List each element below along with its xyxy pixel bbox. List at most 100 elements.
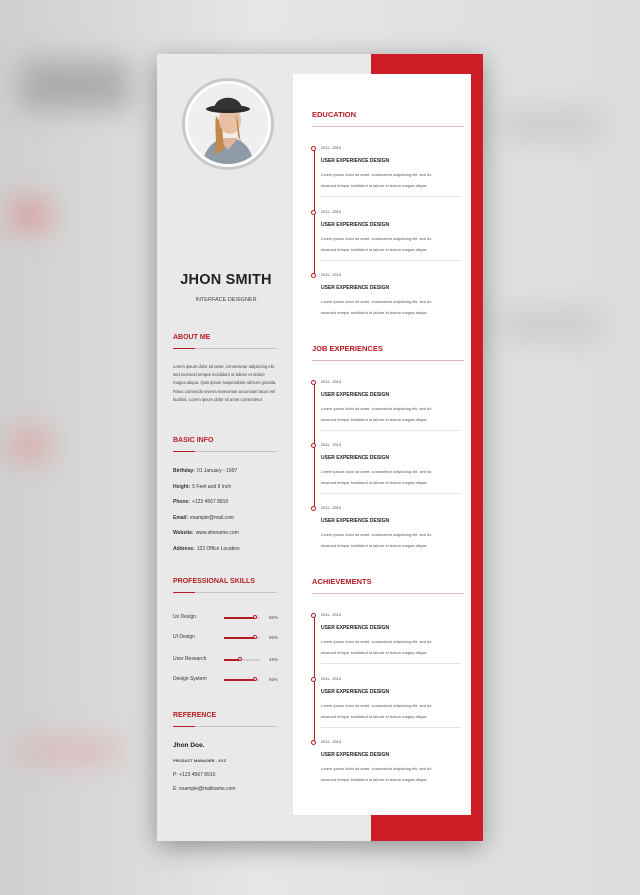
- entry-description: Lorem ipsum dolor sit amet, consectetur …: [321, 469, 432, 485]
- entry-description: Lorem ipsum dolor sit amet, consectetur …: [321, 703, 432, 719]
- skill-bar: [224, 657, 260, 661]
- entry-description: Lorem ipsum dolor sit amet, consectetur …: [321, 406, 432, 422]
- section-divider: [173, 348, 277, 349]
- background-blur-shape: [20, 740, 120, 762]
- info-value: 5 Feet and 9 Inch: [192, 484, 232, 490]
- info-row-height: Height: 5 Feet and 9 Inch: [173, 484, 231, 490]
- info-label: Website:: [173, 530, 194, 536]
- entry-year: 2011 - 2013: [321, 506, 341, 510]
- entry-year: 2011 - 2013: [321, 443, 341, 447]
- entry-title: USER EXPERIENCE DESIGN: [321, 625, 390, 631]
- info-row-birthday: Birthday: 01 January - 1997: [173, 468, 237, 474]
- reference-email: E: example@mailname.com: [173, 786, 236, 792]
- info-label: Height:: [173, 484, 191, 490]
- timeline-dot: [311, 506, 316, 511]
- entry-divider: [321, 493, 461, 494]
- timeline-dot: [311, 210, 316, 215]
- info-label: Email:: [173, 515, 189, 521]
- skill-label: UI Design: [173, 634, 195, 640]
- skill-percent: 86%: [269, 615, 279, 620]
- reference-title: REFERENCE: [173, 712, 217, 719]
- reference-phone: P: +123 4567 8910: [173, 772, 216, 778]
- skill-bar-fill: [224, 617, 255, 619]
- skill-label: Ux Design: [173, 614, 197, 620]
- reference-name: Jhon Doe.: [173, 742, 205, 749]
- entry-title: USER EXPERIENCE DESIGN: [321, 158, 390, 164]
- entry-year: 2011 - 2013: [321, 146, 341, 150]
- candidate-role: INTERFACE DESIGNER: [195, 297, 257, 303]
- section-divider: [312, 126, 464, 127]
- info-row-email: Email: example@mail.com: [173, 515, 234, 521]
- skill-bar-fill: [224, 637, 255, 639]
- info-value: +123 4567 8910: [191, 499, 229, 505]
- skill-bar-knob: [252, 615, 257, 619]
- entry-title: USER EXPERIENCE DESIGN: [321, 222, 390, 228]
- timeline-dot: [311, 273, 316, 278]
- entry-title: USER EXPERIENCE DESIGN: [321, 455, 390, 461]
- skill-label: User Research: [173, 656, 207, 662]
- entry-title: USER EXPERIENCE DESIGN: [321, 518, 390, 524]
- profile-photo: [188, 84, 268, 164]
- jobs-title: JOB EXPERIENCES: [312, 344, 383, 353]
- info-row-website: Website: www.sitename.com: [173, 530, 239, 536]
- entry-divider: [321, 727, 461, 728]
- about-text: Lorem ipsum dolor sit amet, consectetur …: [173, 364, 277, 402]
- skill-bar: [224, 615, 260, 619]
- info-row-phone: Phone: +123 4567 8910: [173, 499, 228, 505]
- entry-year: 2011 - 2013: [321, 613, 341, 617]
- about-title: ABOUT ME: [173, 334, 211, 341]
- entry-description: Lorem ipsum dolor sit amet, consectetur …: [321, 766, 432, 782]
- education-title: EDUCATION: [312, 110, 357, 119]
- skill-bar: [224, 677, 260, 681]
- skill-bar-knob: [252, 677, 257, 681]
- info-label: Address:: [173, 546, 195, 552]
- entry-title: USER EXPERIENCE DESIGN: [321, 285, 390, 291]
- timeline-dot: [311, 443, 316, 448]
- profile-photo-frame: [182, 78, 274, 170]
- resume-sheet: JHON SMITH INTERFACE DESIGNER ABOUT ME L…: [157, 54, 483, 841]
- timeline-dot: [311, 613, 316, 618]
- entry-description: Lorem ipsum dolor sit amet, consectetur …: [321, 639, 432, 655]
- section-divider: [173, 726, 277, 727]
- entry-year: 2011 - 2013: [321, 210, 341, 214]
- background-blur-shape: [500, 110, 600, 140]
- section-divider: [312, 593, 464, 594]
- entry-divider: [321, 260, 461, 261]
- entry-year: 2011 - 2013: [321, 380, 341, 384]
- achievements-title: ACHIEVEMENTS: [312, 577, 372, 586]
- info-value: example@mail.com: [190, 515, 234, 521]
- skills-title: PROFESSIONAL SKILLS: [173, 578, 255, 585]
- entry-description: Lorem ipsum dolor sit amet, consectetur …: [321, 299, 432, 315]
- skill-bar-knob: [238, 657, 243, 661]
- entry-divider: [321, 663, 461, 664]
- entry-title: USER EXPERIENCE DESIGN: [321, 752, 390, 758]
- timeline-dot: [311, 677, 316, 682]
- info-label: Phone:: [173, 499, 190, 505]
- entry-description: Lorem ipsum dolor sit amet, consectetur …: [321, 532, 432, 548]
- skill-percent: 86%: [269, 677, 279, 682]
- skill-percent: 85%: [269, 635, 279, 640]
- info-value: www.sitename.com: [195, 530, 239, 536]
- info-label: Birthday:: [173, 468, 195, 474]
- background-blur-shape: [10, 430, 50, 460]
- entry-title: USER EXPERIENCE DESIGN: [321, 392, 390, 398]
- entry-divider: [321, 430, 461, 431]
- entry-year: 2011 - 2013: [321, 273, 341, 277]
- section-divider: [173, 592, 277, 593]
- skill-bar-fill: [224, 679, 255, 681]
- entry-description: Lorem ipsum dolor sit amet, consectetur …: [321, 236, 432, 252]
- entry-year: 2011 - 2013: [321, 677, 341, 681]
- skill-percent: 45%: [269, 657, 279, 662]
- timeline-dot: [311, 740, 316, 745]
- background-blur-shape: [20, 60, 130, 110]
- skill-bar: [224, 635, 260, 639]
- section-divider: [173, 451, 277, 452]
- info-value: 01 January - 1997: [196, 468, 238, 474]
- section-divider: [312, 360, 464, 361]
- skill-label: Design System: [173, 676, 207, 682]
- basic-info-title: BASIC INFO: [173, 437, 214, 444]
- info-value: 123 Office Location: [196, 546, 240, 552]
- entry-year: 2011 - 2013: [321, 740, 341, 744]
- entry-title: USER EXPERIENCE DESIGN: [321, 689, 390, 695]
- skill-bar-knob: [252, 635, 257, 639]
